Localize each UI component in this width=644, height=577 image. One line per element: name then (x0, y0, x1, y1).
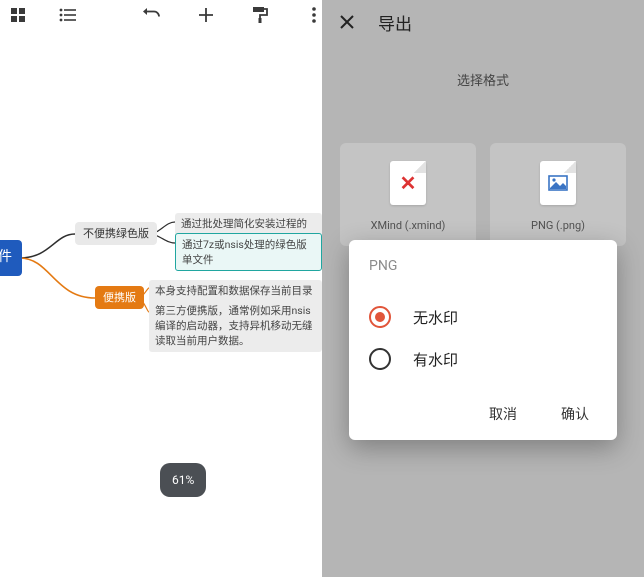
radio-label: 无水印 (413, 307, 458, 328)
confirm-button[interactable]: 确认 (559, 400, 591, 428)
radio-indicator (369, 348, 391, 370)
radio-indicator (369, 306, 391, 328)
paint-roller-icon[interactable] (250, 5, 270, 25)
mindmap-node-b[interactable]: 便携版 (95, 286, 144, 309)
list-icon[interactable] (58, 5, 78, 25)
png-options-dialog: PNG 无水印 有水印 取消 确认 (349, 240, 617, 440)
toolbar (0, 0, 322, 30)
mindmap-root[interactable]: 色软件 (0, 240, 22, 276)
mindmap-detail-a2[interactable]: 通过7z或nsis处理的绿色版单文件 (175, 233, 322, 271)
radio-label: 有水印 (413, 349, 458, 370)
plus-icon[interactable] (196, 5, 216, 25)
dialog-title: PNG (369, 258, 597, 274)
radio-with-watermark[interactable]: 有水印 (369, 338, 597, 380)
mindmap-canvas[interactable]: 色软件 不便携绿色版 便携版 通过批处理简化安装过程的绿色版 通过7z或nsis… (0, 30, 322, 577)
export-pane: 导出 选择格式 ✕ XMind (.xmind) PNG (.png) P (322, 0, 644, 577)
undo-icon[interactable] (142, 5, 162, 25)
grid-icon[interactable] (8, 5, 28, 25)
mindmap-node-a[interactable]: 不便携绿色版 (75, 222, 157, 245)
more-vert-icon[interactable] (304, 5, 322, 25)
cancel-button[interactable]: 取消 (487, 400, 519, 428)
editor-pane: 色软件 不便携绿色版 便携版 通过批处理简化安装过程的绿色版 通过7z或nsis… (0, 0, 322, 577)
dialog-overlay: PNG 无水印 有水印 取消 确认 (322, 0, 644, 577)
radio-no-watermark[interactable]: 无水印 (369, 296, 597, 338)
mindmap-detail-b2[interactable]: 第三方便携版，通常例如采用nsis编译的启动器，支持异机移动无缝读取当前用户数据… (149, 300, 322, 352)
zoom-indicator: 61% (160, 463, 206, 497)
